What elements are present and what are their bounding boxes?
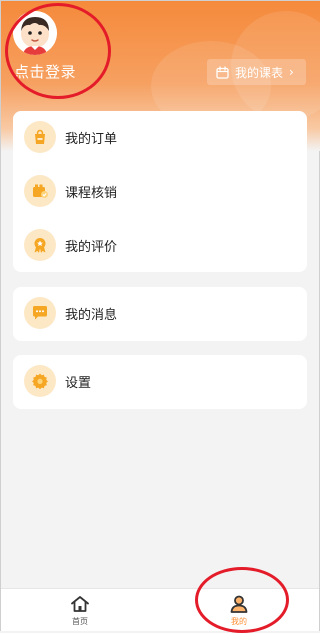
menu-label-settings: 设置: [65, 376, 92, 391]
my-schedule-button[interactable]: 我的课表 ›: [207, 59, 306, 85]
chat-bubble-icon: [24, 297, 56, 329]
menu-item-messages[interactable]: 我的消息: [13, 287, 307, 341]
tab-home[interactable]: 首页: [40, 589, 120, 631]
menu-card-settings: 设置: [13, 355, 307, 409]
menu-item-orders[interactable]: 我的订单: [13, 111, 307, 165]
ticket-check-icon: [24, 175, 56, 207]
calendar-icon: [216, 65, 229, 79]
avatar[interactable]: [13, 11, 57, 55]
menu-label-messages: 我的消息: [65, 308, 118, 323]
chevron-right-icon: ›: [289, 65, 294, 79]
menu-item-course-verify[interactable]: 课程核销: [13, 165, 307, 219]
menu-card-messages: 我的消息: [13, 287, 307, 341]
menu-label-reviews: 我的评价: [65, 240, 118, 255]
menu-item-reviews[interactable]: 我的评价: [13, 219, 307, 273]
menu-card-main: 我的订单 课程核销 我的评价: [13, 111, 307, 272]
tab-home-label: 首页: [72, 617, 88, 626]
order-bag-icon: [24, 121, 56, 153]
menu-item-settings[interactable]: 设置: [13, 355, 307, 409]
menu-label-orders: 我的订单: [65, 132, 118, 147]
medal-star-icon: [24, 229, 56, 261]
person-icon: [230, 595, 248, 613]
bottom-tab-bar: 首页 我的: [1, 588, 319, 631]
login-link[interactable]: 点击登录: [14, 61, 76, 82]
tab-mine-label: 我的: [231, 617, 247, 626]
my-schedule-label: 我的课表: [235, 65, 284, 80]
tab-mine[interactable]: 我的: [199, 589, 279, 631]
home-icon: [71, 596, 89, 612]
menu-label-course-verify: 课程核销: [65, 186, 118, 201]
gear-icon: [24, 365, 56, 397]
cartoon-boy-avatar-icon: [13, 11, 57, 55]
